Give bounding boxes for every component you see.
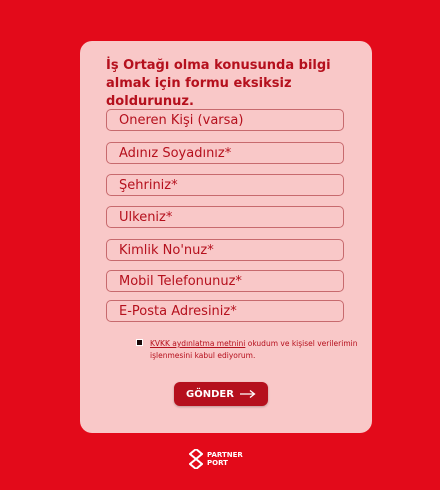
logo-line-2: PORT [207, 459, 228, 467]
submit-label: GÖNDER [186, 388, 234, 400]
partner-port-logo: PARTNER PORT [189, 449, 243, 469]
mobile-phone-field[interactable] [106, 270, 344, 292]
full-name-field[interactable] [106, 142, 344, 164]
id-number-field[interactable] [106, 239, 344, 261]
form-card: İş Ortağı olma konusunda bilgi almak içi… [80, 41, 372, 433]
logo-mark-icon [189, 449, 203, 469]
referrer-field[interactable] [106, 109, 344, 131]
form-heading: İş Ortağı olma konusunda bilgi almak içi… [106, 58, 331, 109]
country-field[interactable] [106, 206, 344, 228]
consent-checkbox[interactable] [136, 339, 143, 346]
submit-button[interactable]: GÖNDER [174, 382, 268, 406]
consent-text: KVKK aydınlatma metnini okudum ve kişise… [150, 338, 360, 362]
kvkk-link[interactable]: KVKK aydınlatma metnini [150, 339, 245, 348]
arrow-right-icon [239, 390, 256, 398]
city-field[interactable] [106, 174, 344, 196]
email-field[interactable] [106, 300, 344, 322]
logo-line-1: PARTNER [207, 451, 243, 459]
